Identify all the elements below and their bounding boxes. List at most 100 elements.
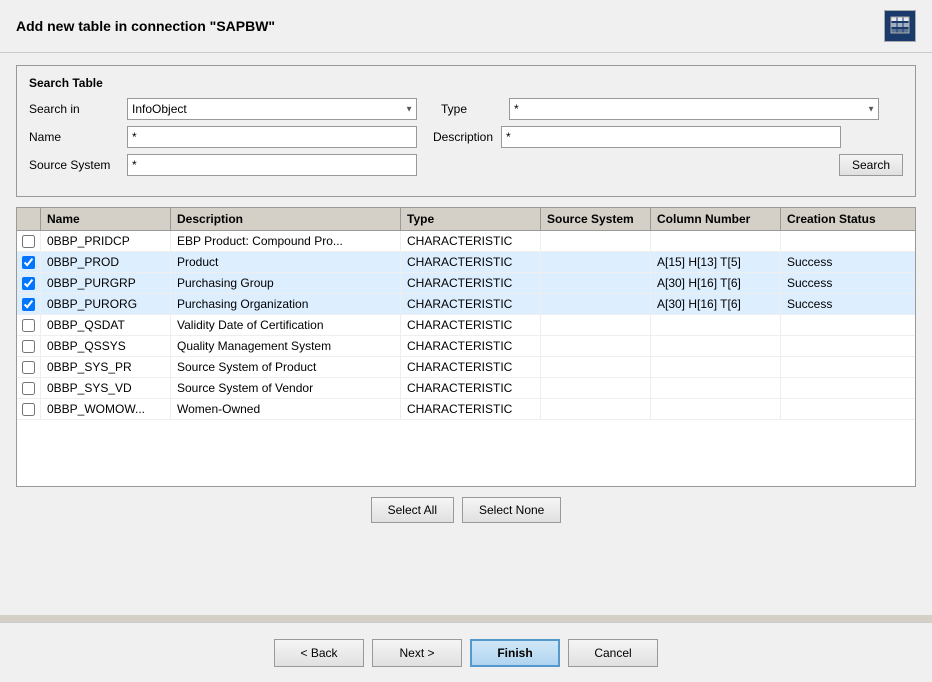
select-all-button[interactable]: Select All [371, 497, 454, 523]
row-description: Validity Date of Certification [171, 315, 401, 335]
col-column-number: Column Number [651, 208, 781, 230]
row-checkbox[interactable] [22, 403, 35, 416]
row-column-number: A[30] H[16] T[6] [651, 273, 781, 293]
row-source-system [541, 252, 651, 272]
row-creation-status: Success [781, 294, 901, 314]
row-description: Purchasing Organization [171, 294, 401, 314]
source-system-row: Source System Search [29, 154, 903, 176]
row-type: CHARACTERISTIC [401, 336, 541, 356]
table-row[interactable]: 0BBP_WOMOW... Women-Owned CHARACTERISTIC [17, 399, 915, 420]
table-row[interactable]: 0BBP_PROD Product CHARACTERISTIC A[15] H… [17, 252, 915, 273]
source-system-label: Source System [29, 158, 119, 172]
table-row[interactable]: 0BBP_SYS_PR Source System of Product CHA… [17, 357, 915, 378]
table-icon [884, 10, 916, 42]
search-in-wrapper: InfoObject DSO Cube Query [127, 98, 417, 120]
row-source-system [541, 315, 651, 335]
row-column-number [651, 315, 781, 335]
row-name: 0BBP_QSDAT [41, 315, 171, 335]
table-row[interactable]: 0BBP_PRIDCP EBP Product: Compound Pro...… [17, 231, 915, 252]
cancel-button[interactable]: Cancel [568, 639, 658, 667]
dialog-title: Add new table in connection "SAPBW" [16, 18, 275, 34]
row-type: CHARACTERISTIC [401, 378, 541, 398]
row-type: CHARACTERISTIC [401, 273, 541, 293]
row-checkbox-cell[interactable] [17, 273, 41, 293]
row-description: Quality Management System [171, 336, 401, 356]
row-checkbox[interactable] [22, 361, 35, 374]
row-checkbox[interactable] [22, 277, 35, 290]
col-name: Name [41, 208, 171, 230]
name-label: Name [29, 130, 119, 144]
name-row: Name Description [29, 126, 903, 148]
type-wrapper: * CHARACTERISTIC KEY FIGURE [509, 98, 879, 120]
row-column-number: A[15] H[13] T[5] [651, 252, 781, 272]
row-creation-status: Success [781, 273, 901, 293]
col-description: Description [171, 208, 401, 230]
name-input[interactable] [127, 126, 417, 148]
row-source-system [541, 357, 651, 377]
row-source-system [541, 399, 651, 419]
row-checkbox[interactable] [22, 298, 35, 311]
row-checkbox-cell[interactable] [17, 252, 41, 272]
search-panel: Search Table Search in InfoObject DSO Cu… [16, 65, 916, 197]
row-column-number [651, 336, 781, 356]
row-creation-status [781, 399, 901, 419]
type-select[interactable]: * CHARACTERISTIC KEY FIGURE [509, 98, 879, 120]
row-checkbox-cell[interactable] [17, 357, 41, 377]
col-checkbox [17, 208, 41, 230]
description-input[interactable] [501, 126, 841, 148]
search-button[interactable]: Search [839, 154, 903, 176]
row-checkbox-cell[interactable] [17, 336, 41, 356]
next-button[interactable]: Next > [372, 639, 462, 667]
row-description: Source System of Product [171, 357, 401, 377]
row-checkbox-cell[interactable] [17, 315, 41, 335]
row-checkbox[interactable] [22, 382, 35, 395]
panel-title: Search Table [29, 76, 903, 90]
table-row[interactable]: 0BBP_PURGRP Purchasing Group CHARACTERIS… [17, 273, 915, 294]
row-column-number: A[30] H[16] T[6] [651, 294, 781, 314]
table-header: Name Description Type Source System Colu… [17, 208, 915, 231]
row-checkbox-cell[interactable] [17, 231, 41, 251]
source-system-input[interactable] [127, 154, 417, 176]
row-name: 0BBP_WOMOW... [41, 399, 171, 419]
col-creation-status: Creation Status [781, 208, 901, 230]
table-row[interactable]: 0BBP_SYS_VD Source System of Vendor CHAR… [17, 378, 915, 399]
table-body: 0BBP_PRIDCP EBP Product: Compound Pro...… [17, 231, 915, 476]
row-checkbox[interactable] [22, 235, 35, 248]
row-source-system [541, 294, 651, 314]
row-source-system [541, 231, 651, 251]
row-source-system [541, 336, 651, 356]
table-row[interactable]: 0BBP_QSDAT Validity Date of Certificatio… [17, 315, 915, 336]
finish-button[interactable]: Finish [470, 639, 560, 667]
row-checkbox-cell[interactable] [17, 399, 41, 419]
row-type: CHARACTERISTIC [401, 315, 541, 335]
row-name: 0BBP_PURGRP [41, 273, 171, 293]
table-row[interactable]: 0BBP_QSSYS Quality Management System CHA… [17, 336, 915, 357]
row-name: 0BBP_SYS_VD [41, 378, 171, 398]
row-type: CHARACTERISTIC [401, 399, 541, 419]
title-bar: Add new table in connection "SAPBW" [0, 0, 932, 53]
row-creation-status [781, 336, 901, 356]
row-type: CHARACTERISTIC [401, 252, 541, 272]
selection-buttons-row: Select All Select None [16, 497, 916, 523]
col-source-system: Source System [541, 208, 651, 230]
col-type: Type [401, 208, 541, 230]
description-label: Description [433, 130, 493, 144]
search-in-select[interactable]: InfoObject DSO Cube Query [127, 98, 417, 120]
row-creation-status [781, 231, 901, 251]
table-row[interactable]: 0BBP_PURORG Purchasing Organization CHAR… [17, 294, 915, 315]
row-type: CHARACTERISTIC [401, 231, 541, 251]
row-checkbox[interactable] [22, 256, 35, 269]
main-content: Search Table Search in InfoObject DSO Cu… [0, 53, 932, 615]
row-checkbox-cell[interactable] [17, 294, 41, 314]
row-type: CHARACTERISTIC [401, 294, 541, 314]
row-checkbox[interactable] [22, 340, 35, 353]
back-button[interactable]: < Back [274, 639, 364, 667]
type-label: Type [441, 102, 501, 116]
select-none-button[interactable]: Select None [462, 497, 561, 523]
row-checkbox-cell[interactable] [17, 378, 41, 398]
row-source-system [541, 378, 651, 398]
row-description: Source System of Vendor [171, 378, 401, 398]
row-creation-status: Success [781, 252, 901, 272]
row-description: Women-Owned [171, 399, 401, 419]
row-checkbox[interactable] [22, 319, 35, 332]
